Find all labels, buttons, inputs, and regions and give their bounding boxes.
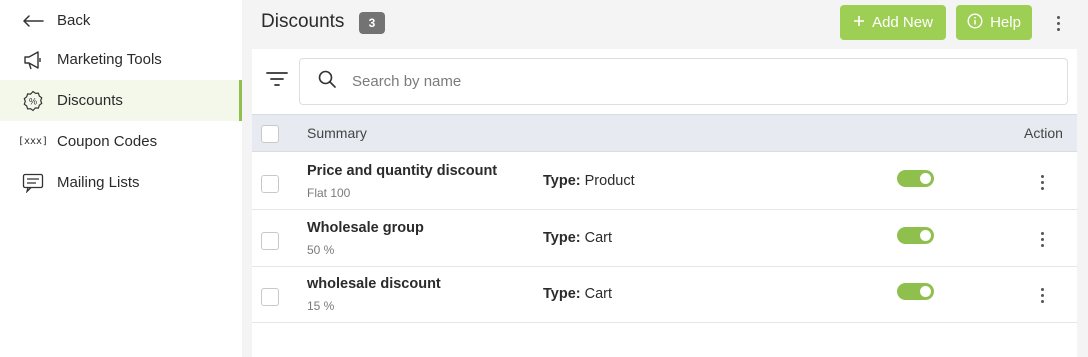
mail-list-icon: [22, 172, 44, 194]
table-row: Wholesale group 50 % Type: Cart: [252, 210, 1077, 267]
status-toggle[interactable]: [897, 283, 934, 300]
info-icon: [967, 12, 983, 33]
sidebar-item-marketing-tools[interactable]: Marketing Tools: [0, 39, 242, 80]
row-actions-icon[interactable]: [1032, 229, 1052, 249]
sidebar-item-label: Coupon Codes: [57, 133, 158, 150]
help-button[interactable]: Help: [956, 5, 1032, 40]
discount-type: Type: Cart: [543, 286, 612, 302]
type-value: Cart: [584, 230, 613, 246]
search-input[interactable]: [352, 73, 1002, 90]
table-header: Summary Action: [252, 114, 1077, 152]
type-value: Product: [584, 173, 635, 189]
arrow-left-icon: [22, 10, 44, 32]
sidebar-item-label: Marketing Tools: [57, 51, 162, 68]
count-badge: 3: [359, 12, 385, 34]
table-row: Price and quantity discount Flat 100 Typ…: [252, 153, 1077, 210]
discount-value: 50 %: [307, 243, 335, 257]
search-box[interactable]: [299, 58, 1068, 105]
type-label: Type:: [543, 230, 581, 246]
add-new-label: Add New: [872, 14, 933, 31]
type-label: Type:: [543, 286, 581, 302]
sidebar-item-discounts[interactable]: % Discounts: [0, 80, 242, 121]
sidebar-item-back[interactable]: Back: [0, 0, 242, 41]
status-toggle[interactable]: [897, 227, 934, 244]
sidebar-item-label: Discounts: [57, 92, 123, 109]
filter-icon[interactable]: [266, 71, 290, 91]
percent-badge-icon: %: [22, 90, 44, 112]
discounts-panel: Summary Action Price and quantity discou…: [252, 49, 1077, 357]
row-actions-icon[interactable]: [1032, 172, 1052, 192]
coupon-code-icon: [xxx]: [17, 136, 49, 147]
select-all-checkbox[interactable]: [261, 125, 279, 143]
search-icon: [318, 70, 336, 93]
discount-name[interactable]: Price and quantity discount: [307, 163, 497, 179]
discount-type: Type: Product: [543, 173, 635, 189]
row-checkbox[interactable]: [261, 175, 279, 193]
sidebar-item-label: Back: [57, 12, 91, 29]
plus-icon: [853, 14, 865, 31]
column-header-action: Action: [1024, 125, 1063, 141]
status-toggle[interactable]: [897, 170, 934, 187]
more-options-icon[interactable]: [1048, 12, 1068, 34]
discount-type: Type: Cart: [543, 230, 612, 246]
discount-name[interactable]: wholesale discount: [307, 276, 441, 292]
discount-value: Flat 100: [307, 186, 351, 200]
svg-text:%: %: [29, 96, 37, 106]
sidebar-item-coupon-codes[interactable]: [xxx] Coupon Codes: [0, 121, 242, 162]
discount-name[interactable]: Wholesale group: [307, 220, 424, 236]
row-checkbox[interactable]: [261, 288, 279, 306]
row-actions-icon[interactable]: [1032, 285, 1052, 305]
type-value: Cart: [584, 286, 613, 302]
sidebar-item-mailing-lists[interactable]: Mailing Lists: [0, 162, 242, 203]
megaphone-icon: [22, 49, 44, 71]
row-checkbox[interactable]: [261, 232, 279, 250]
sidebar-item-label: Mailing Lists: [57, 174, 140, 191]
column-header-summary: Summary: [307, 125, 367, 141]
discount-value: 15 %: [307, 299, 335, 313]
table-row: wholesale discount 15 % Type: Cart: [252, 266, 1077, 323]
help-label: Help: [990, 14, 1021, 31]
sidebar: Back Marketing Tools % Discounts [xxx] C…: [0, 0, 242, 357]
add-new-button[interactable]: Add New: [840, 5, 946, 40]
page-title: Discounts: [261, 11, 345, 32]
type-label: Type:: [543, 173, 581, 189]
